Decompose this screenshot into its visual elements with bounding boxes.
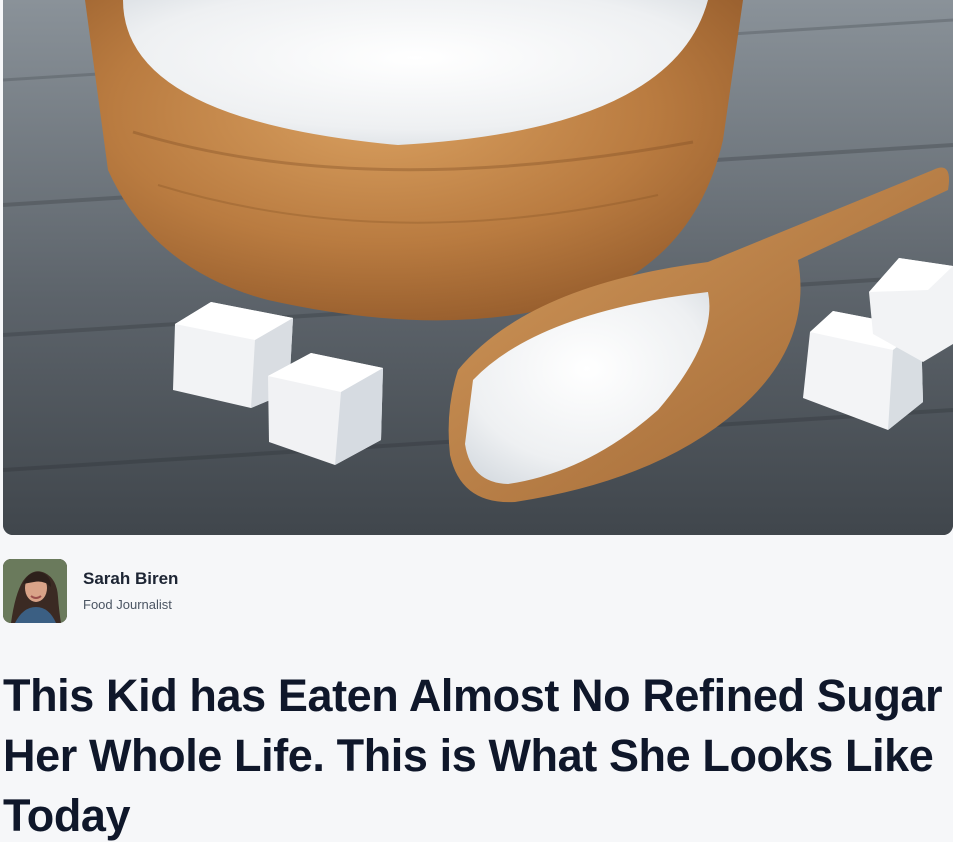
sugar-bowl-image: [3, 0, 953, 535]
avatar[interactable]: [3, 559, 67, 623]
author-card: Sarah Biren Food Journalist: [3, 558, 178, 624]
author-role: Food Journalist: [83, 597, 172, 612]
article-headline: This Kid has Eaten Almost No Refined Sug…: [3, 670, 943, 841]
author-avatar: [3, 559, 67, 623]
article-page: Sarah Biren Food Journalist This Kid has…: [0, 0, 953, 842]
author-name[interactable]: Sarah Biren: [83, 569, 178, 589]
hero-image[interactable]: [3, 0, 953, 535]
author-details: Sarah Biren Food Journalist: [83, 569, 178, 613]
